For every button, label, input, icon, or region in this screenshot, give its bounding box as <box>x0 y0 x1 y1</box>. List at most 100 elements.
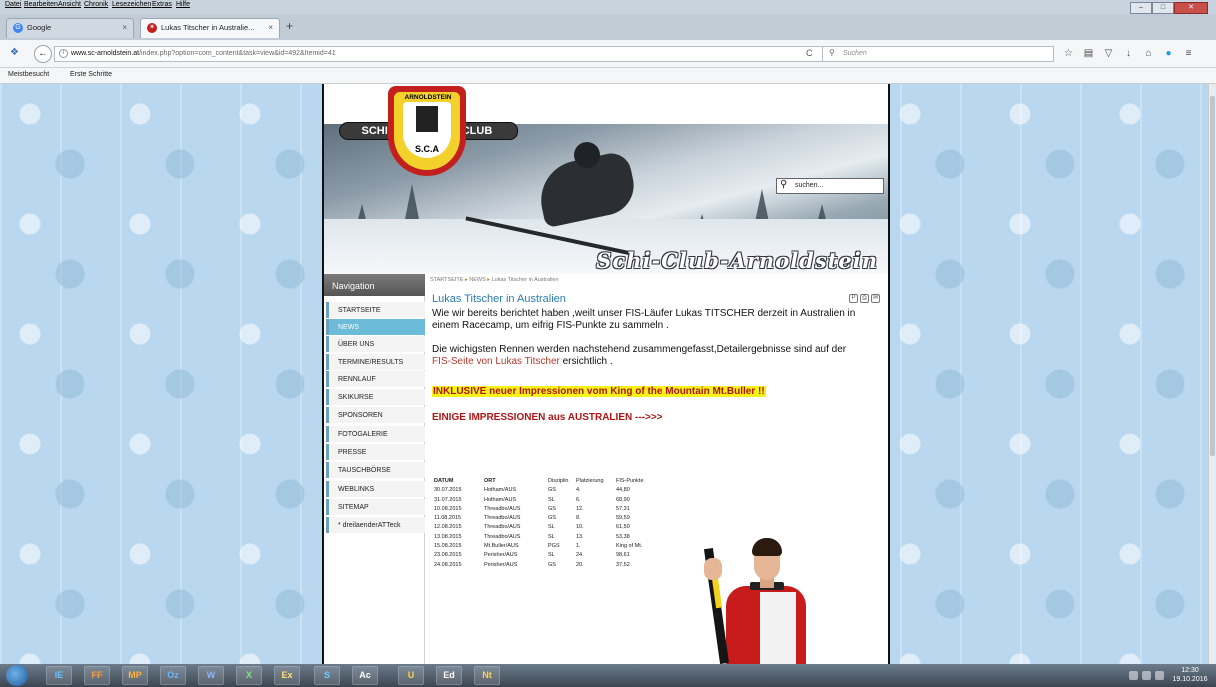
url-path: /index.php?option=com_content&task=view&… <box>139 50 336 57</box>
table-cell: PGS <box>548 543 560 550</box>
browser-search-input[interactable]: ⚲ Suchen <box>822 46 1054 62</box>
back-button[interactable]: ← <box>34 45 52 63</box>
minimize-button[interactable]: – <box>1130 2 1152 14</box>
sidebar-item-ueber-uns[interactable]: ÜBER UNS <box>326 336 425 352</box>
sidebar-item-fotogalerie[interactable]: FOTOGALERIE <box>326 426 425 442</box>
volume-icon[interactable] <box>1155 671 1164 680</box>
maximize-button[interactable]: □ <box>1152 2 1174 14</box>
flag-icon[interactable] <box>1129 671 1138 680</box>
sidebar-item-sponsoren[interactable]: SPONSOREN <box>326 407 425 423</box>
menu-icon[interactable]: ≡ <box>1182 47 1195 60</box>
excel-icon[interactable]: X <box>236 666 262 685</box>
sidebar-item-tauschboerse[interactable]: TAUSCHBÖRSE <box>326 462 425 478</box>
network-icon[interactable] <box>1142 671 1151 680</box>
url-bar[interactable]: i www.sc-arnoldstein.at/index.php?option… <box>54 46 824 62</box>
sidebar-item-skikurse[interactable]: SKIKURSE <box>326 389 425 405</box>
skype-taskbar-icon[interactable]: S <box>314 666 340 685</box>
windows-taskbar: IE FF MP Oz W X Ex S Ac U Ed Nt 12:30 19… <box>0 664 1216 687</box>
download-icon[interactable]: ↓ <box>1122 47 1135 60</box>
highlight-notice: INKLUSIVE neuer Impressionen vom King of… <box>432 386 766 397</box>
close-window-button[interactable]: ✕ <box>1174 2 1208 14</box>
table-cell: 1. <box>576 543 581 550</box>
menu-datei[interactable]: Datei <box>5 1 21 8</box>
table-cell: SL <box>548 524 555 531</box>
internet-explorer-icon[interactable]: IE <box>46 666 72 685</box>
new-tab-button[interactable]: + <box>286 19 293 33</box>
sidebar-item-weblinks[interactable]: WEBLINKS <box>326 481 425 497</box>
breadcrumb-startseite[interactable]: STARTSEITE <box>430 277 463 283</box>
menu-ansicht[interactable]: Ansicht <box>58 1 81 8</box>
menu-hilfe[interactable]: Hilfe <box>176 1 190 8</box>
article-tools: P ⎙ ✉ <box>849 294 880 303</box>
table-cell: Threadbo/AUS <box>484 533 521 540</box>
sidebar-item-dreilaender[interactable]: * dreilaenderATTeck <box>326 517 425 533</box>
acrobat-icon[interactable]: Ac <box>352 666 378 685</box>
close-tab-icon[interactable]: × <box>268 23 273 32</box>
sidebar-item-rennlauf[interactable]: RENNLAUF <box>326 371 425 387</box>
tab-bar: G Google × ✶ Lukas Titscher in Australie… <box>0 14 1216 40</box>
table-cell: 61,50 <box>616 524 630 531</box>
menu-extras[interactable]: Extras <box>152 1 172 8</box>
table-cell: 10.08.2015 <box>434 505 462 512</box>
outlook-icon[interactable]: Oz <box>160 666 186 685</box>
menu-bearbeiten[interactable]: Bearbeiten <box>24 1 58 8</box>
sidebar-item-startseite[interactable]: STARTSEITE <box>326 302 425 318</box>
bookmark-meistbesucht[interactable]: Meistbesucht <box>8 71 49 78</box>
url-host: www.sc-arnoldstein.at <box>71 50 140 57</box>
skype-icon[interactable]: ● <box>1162 47 1175 60</box>
site-search-input[interactable]: ⚲ suchen... <box>776 178 884 194</box>
athlete-photo <box>700 538 830 664</box>
sidebar-item-sitemap[interactable]: SITEMAP <box>326 499 425 515</box>
firefox-icon[interactable]: FF <box>84 666 110 685</box>
media-player-icon[interactable]: MP <box>122 666 148 685</box>
utility-icon[interactable]: U <box>398 666 424 685</box>
tab-label: Lukas Titscher in Australie... <box>161 23 255 32</box>
pocket-icon[interactable]: ▽ <box>1102 47 1115 60</box>
fis-profile-link[interactable]: FIS-Seite von Lukas Titscher <box>432 356 560 367</box>
menu-chronik[interactable]: Chronik <box>84 1 108 8</box>
table-row: 10.08.2015 Threadbo/AUS GS 12. 57,31 <box>432 506 664 515</box>
menu-lesezeichen[interactable]: Lesezeichen <box>112 1 151 8</box>
sidebar-item-news[interactable]: NEWS <box>326 319 425 335</box>
bookmarks-list-icon[interactable]: ▤ <box>1082 47 1095 60</box>
club-name-title: Schi-Club-Arnoldstein <box>596 248 878 273</box>
table-cell: 13. <box>576 533 584 540</box>
word-icon[interactable]: W <box>198 666 224 685</box>
sidebar-item-termine-results[interactable]: TERMINE/RESULTS <box>326 354 425 370</box>
table-cell: Threadbo/AUS <box>484 524 521 531</box>
impressions-link[interactable]: EINIGE IMPRESSIONEN aus AUSTRALIEN --->>… <box>432 412 663 423</box>
close-tab-icon[interactable]: × <box>122 23 127 32</box>
table-cell: 44,80 <box>616 487 630 494</box>
pdf-icon[interactable]: P <box>849 294 858 303</box>
bookmark-star-icon[interactable]: ☆ <box>1062 47 1075 60</box>
club-logo[interactable]: ARNOLDSTEIN S.C.A <box>386 86 468 178</box>
email-icon[interactable]: ✉ <box>871 294 880 303</box>
sidebar-item-presse[interactable]: PRESSE <box>326 444 425 460</box>
print-icon[interactable]: ⎙ <box>860 294 869 303</box>
search-icon: ⚲ <box>829 48 835 57</box>
bookmark-erste-schritte[interactable]: Erste Schritte <box>70 71 112 78</box>
tower-icon <box>416 106 438 132</box>
tab-lukas-titscher[interactable]: ✶ Lukas Titscher in Australie... × <box>140 18 280 38</box>
scrollbar-thumb[interactable] <box>1210 96 1215 456</box>
home-icon[interactable]: ⌂ <box>1142 47 1155 60</box>
breadcrumb: STARTSEITE ▸ NEWS ▸ Lukas Titscher in Au… <box>430 277 559 283</box>
table-row: 23.08.2015 Perisher/AUS SL 24. 98,61 <box>432 552 664 561</box>
breadcrumb-news[interactable]: NEWS <box>469 277 486 283</box>
paragraph-text: ersichtlich . <box>562 356 613 367</box>
table-row: 11.08.2015 Threadbo/AUS GS 8. 59,59 <box>432 515 664 524</box>
security-shield-icon[interactable]: Nt <box>474 666 500 685</box>
system-clock[interactable]: 12:30 19.10.2016 <box>1170 666 1210 684</box>
reload-icon[interactable]: C <box>806 48 813 58</box>
start-button[interactable] <box>6 665 28 686</box>
tab-google[interactable]: G Google × <box>6 18 134 38</box>
identity-icon[interactable]: ❖ <box>10 47 19 58</box>
table-cell: 6. <box>576 496 581 503</box>
table-cell: 15.08.2015 <box>434 543 462 550</box>
explorer-icon[interactable]: Ex <box>274 666 300 685</box>
info-icon[interactable]: i <box>59 49 68 58</box>
vertical-scrollbar[interactable] <box>1208 84 1216 664</box>
window-controls: – □ ✕ <box>1130 2 1208 14</box>
editor-icon[interactable]: Ed <box>436 666 462 685</box>
table-row: 30.07.2015 Hotham/AUS GS 4. 44,80 <box>432 487 664 496</box>
